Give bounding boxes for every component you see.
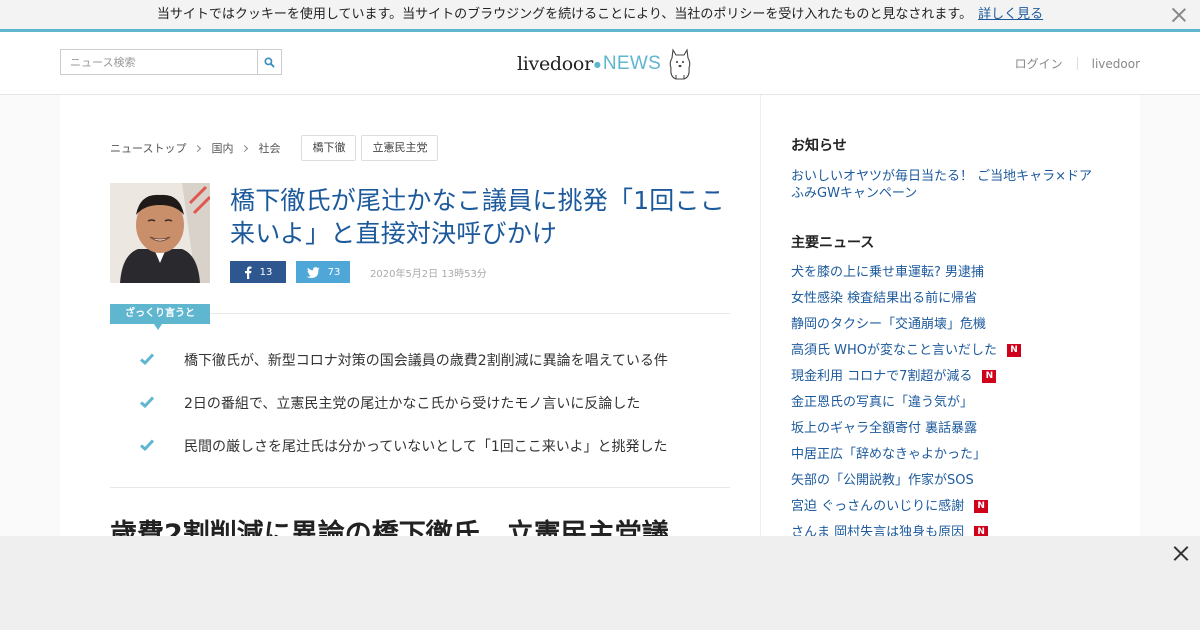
article-title: 橋下徹氏が尾辻かなこ議員に挑発「1回ここ来いよ」と直接対決呼びかけ: [230, 186, 725, 248]
news-item: 犬を膝の上に乗せ車運転? 男逮捕: [791, 265, 1111, 291]
news-item: 静岡のタクシー「交通崩壊」危機: [791, 317, 1111, 343]
news-item: 坂上のギャラ全額寄付 裏話暴露: [791, 421, 1111, 447]
breadcrumb-domestic[interactable]: 国内: [211, 140, 233, 156]
close-icon[interactable]: [1172, 544, 1190, 562]
logo-sub: NEWS: [602, 53, 662, 74]
news-item: 矢部の「公開説教」作家がSOS: [791, 473, 1111, 499]
news-link[interactable]: 現金利用 コロナで7割超が減る: [791, 369, 972, 385]
notice-heading: お知らせ: [791, 138, 847, 154]
news-link[interactable]: 坂上のギャラ全額寄付 裏話暴露: [791, 421, 977, 437]
news-item: 女性感染 検査結果出る前に帰省: [791, 291, 1111, 317]
cookie-message: 当サイトではクッキーを使用しています。当サイトのブラウジングを続けることにより、…: [156, 7, 973, 22]
news-item: 現金利用 コロナで7割超が減る N: [791, 369, 1111, 395]
news-link[interactable]: 女性感染 検査結果出る前に帰省: [791, 291, 977, 307]
check-icon: [140, 439, 154, 451]
search-button[interactable]: [257, 50, 281, 74]
notice-link[interactable]: おいしいオヤツが毎日当たる！ ご当地キャラ×ドアふみGWキャンペーン: [791, 168, 1101, 202]
cookie-more-link[interactable]: 詳しく見る: [978, 7, 1043, 22]
news-link[interactable]: 犬を膝の上に乗せ車運転? 男逮捕: [791, 265, 984, 281]
twitter-share-button[interactable]: 73: [296, 261, 350, 283]
new-badge: N: [1007, 344, 1021, 357]
facebook-icon: [244, 266, 252, 279]
news-item: 宮迫 ぐっさんのいじりに感謝 N: [791, 499, 1111, 525]
news-link[interactable]: 高須氏 WHOが変なこと言いだした: [791, 343, 997, 359]
search-box: [60, 49, 282, 75]
new-badge: N: [974, 500, 989, 513]
twitter-icon: [306, 266, 320, 278]
divider: [110, 487, 730, 488]
close-icon[interactable]: [1170, 6, 1188, 24]
news-item: 中居正広「辞めなきゃよかった」: [791, 447, 1111, 473]
news-item: 高須氏 WHOが変なこと言いだした N: [791, 343, 1111, 369]
check-icon: [140, 396, 154, 408]
logo-main: livedoor: [517, 53, 593, 75]
search-input[interactable]: [61, 50, 257, 74]
new-badge: N: [982, 370, 997, 383]
summary-label: ざっくり言うと: [110, 304, 210, 330]
summary-point-text: 2日の番組で、立憲民主党の尾辻かなこ氏から受けたモノ言いに反論した: [184, 396, 641, 412]
major-news-heading: 主要ニュース: [791, 235, 875, 251]
tag-cdp[interactable]: 立憲民主党: [361, 135, 439, 161]
summary-point-text: 民間の厳しさを尾辻氏は分かっていないとして「1回ここ来いよ」と挑発した: [184, 439, 668, 455]
site-logo[interactable]: livedoor ● NEWS: [517, 44, 693, 84]
chevron-right-icon: [241, 144, 249, 152]
site-header: livedoor●NEWS ログイン livedoor: [0, 32, 1200, 95]
breadcrumb: ニューストップ 国内 社会 橋下徹 立憲民主党: [110, 135, 439, 161]
breadcrumb-top[interactable]: ニューストップ: [110, 140, 186, 156]
logo-dot-icon: ●: [593, 59, 601, 69]
ad-overlay: [0, 536, 1200, 630]
article-photo: [110, 183, 210, 283]
facebook-share-button[interactable]: 13: [230, 261, 286, 283]
summary-point: 橋下徹氏が、新型コロナ対策の国会議員の歳費2割削減に異論を唱えている件: [140, 351, 730, 394]
livedoor-link[interactable]: livedoor: [1092, 57, 1140, 71]
check-icon: [140, 353, 154, 365]
login-link[interactable]: ログイン: [1015, 55, 1063, 72]
summary-point: 民間の厳しさを尾辻氏は分かっていないとして「1回ここ来いよ」と挑発した: [140, 437, 730, 480]
article-date: 2020年5月2日 13時53分: [370, 269, 487, 280]
divider: [1076, 57, 1078, 70]
tag-hashimoto[interactable]: 橋下徹: [301, 135, 357, 161]
news-link[interactable]: 中居正広「辞めなきゃよかった」: [791, 447, 986, 463]
cookie-consent-bar: 当サイトではクッキーを使用しています。当サイトのブラウジングを続けることにより、…: [0, 0, 1200, 32]
summary-point-text: 橋下徹氏が、新型コロナ対策の国会議員の歳費2割削減に異論を唱えている件: [184, 353, 668, 369]
summary-points: 橋下徹氏が、新型コロナ対策の国会議員の歳費2割削減に異論を唱えている件 2日の番…: [140, 351, 730, 480]
search-icon: [264, 56, 275, 68]
news-link[interactable]: 矢部の「公開説教」作家がSOS: [791, 473, 974, 489]
dog-mascot-icon: [669, 48, 691, 80]
header-links: ログイン livedoor: [1015, 55, 1140, 72]
news-item: 金正恩氏の写真に「違う気が」: [791, 395, 1111, 421]
article-thumbnail[interactable]: [110, 183, 210, 283]
news-link[interactable]: 宮迫 ぐっさんのいじりに感謝: [791, 499, 964, 515]
major-news-list: 犬を膝の上に乗せ車運転? 男逮捕 女性感染 検査結果出る前に帰省 静岡のタクシー…: [791, 265, 1111, 551]
news-link[interactable]: 金正恩氏の写真に「違う気が」: [791, 395, 973, 411]
chevron-right-icon: [194, 144, 202, 152]
news-link[interactable]: 静岡のタクシー「交通崩壊」危機: [791, 317, 986, 333]
breadcrumb-society[interactable]: 社会: [258, 140, 280, 156]
summary-point: 2日の番組で、立憲民主党の尾辻かなこ氏から受けたモノ言いに反論した: [140, 394, 730, 437]
facebook-count: 13: [259, 266, 273, 278]
twitter-count: 73: [327, 266, 341, 278]
